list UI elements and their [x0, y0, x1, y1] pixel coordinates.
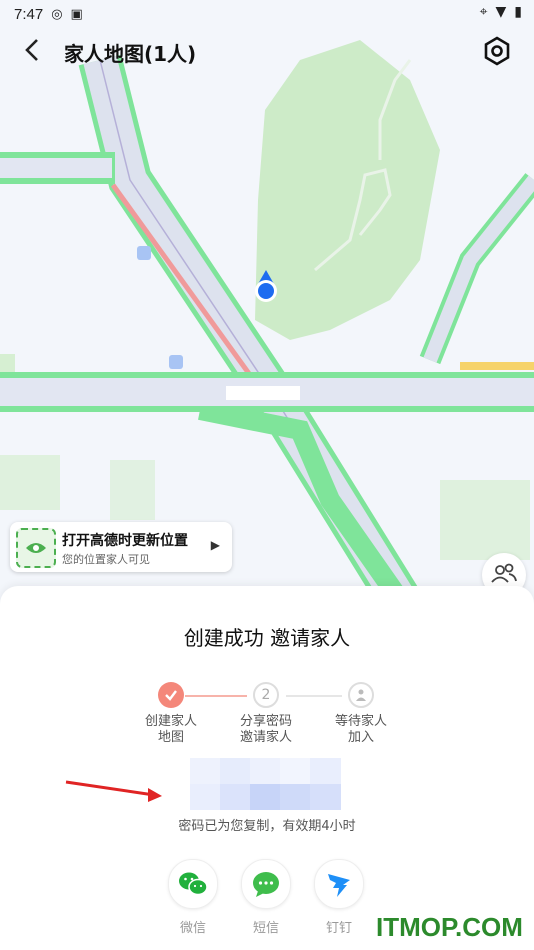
- step-share-code: 2 分享密码 邀请家人: [216, 682, 316, 746]
- settings-button[interactable]: [482, 36, 512, 66]
- invite-sheet: 创建成功 邀请家人 创建家人 地图 2 分享密码 邀请家人 等待家人 加入 密码已为您…: [0, 586, 534, 950]
- step-label: 地图: [157, 730, 184, 745]
- share-label: 微信: [179, 921, 206, 936]
- battery-icon: ▮: [514, 4, 522, 20]
- share-dingtalk[interactable]: 钉钉: [309, 859, 369, 936]
- dingtalk-icon: [314, 859, 364, 909]
- banner-subtitle: 您的位置家人可见: [62, 553, 150, 566]
- share-wechat[interactable]: 微信: [163, 859, 223, 936]
- step-label: 分享密码: [239, 714, 292, 729]
- map-canvas: [0, 40, 534, 610]
- app-notification-icon: ▣: [70, 6, 83, 22]
- watermark: ITMOP.COM: [376, 912, 523, 942]
- gear-icon: [484, 36, 510, 66]
- sheet-title: 创建成功 邀请家人: [183, 626, 351, 650]
- chevron-right-icon: ▶: [210, 538, 220, 552]
- share-label: 短信: [252, 921, 279, 936]
- wifi-icon: ▼: [495, 4, 507, 20]
- code-copied-notice: 密码已为您复制，有效期4小时: [178, 819, 356, 834]
- wechat-icon: [168, 859, 218, 909]
- chevron-left-icon: [25, 39, 38, 61]
- waiting-person-icon: [348, 682, 374, 708]
- step-number: 2: [253, 682, 279, 708]
- sms-icon: [241, 859, 291, 909]
- invite-code-blurred: [190, 758, 341, 810]
- family-map[interactable]: [0, 0, 534, 610]
- location-status-icon: ⌖: [479, 4, 488, 20]
- back-button[interactable]: [22, 36, 50, 66]
- step-label: 等待家人: [334, 714, 387, 729]
- top-bar: 家人地图(1人): [0, 28, 534, 76]
- status-bar: 7:47 ◎ ▣ ⌖ ▼ ▮: [0, 0, 534, 28]
- step-label: 加入: [347, 730, 374, 745]
- eye-icon: [16, 528, 56, 568]
- step-create-map: 创建家人 地图: [121, 682, 221, 746]
- share-sms[interactable]: 短信: [236, 859, 296, 936]
- page-title: 家人地图(1人): [64, 42, 197, 66]
- banner-title: 打开高德时更新位置: [62, 533, 188, 549]
- aperture-icon: ◎: [51, 6, 63, 22]
- step-wait-family: 等待家人 加入: [311, 682, 411, 746]
- step-label: 邀请家人: [239, 730, 292, 745]
- red-arrow-annotation: [65, 780, 162, 802]
- location-update-banner[interactable]: 打开高德时更新位置 您的位置家人可见 ▶: [10, 522, 232, 572]
- checkmark-icon: [158, 682, 184, 708]
- status-time: 7:47: [14, 5, 44, 23]
- share-label: 钉钉: [325, 921, 352, 936]
- step-label: 创建家人: [144, 714, 197, 729]
